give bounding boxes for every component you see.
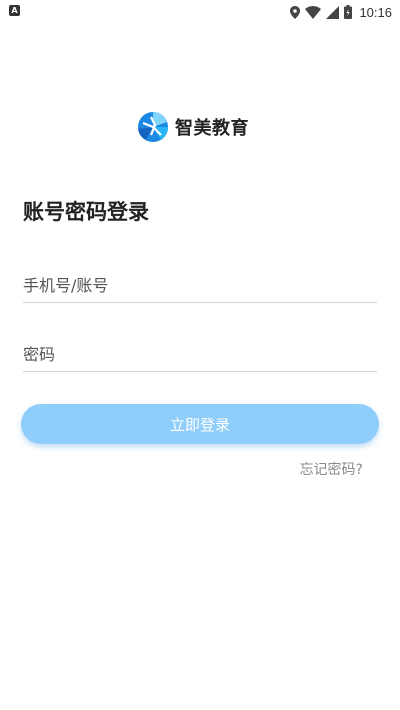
account-input[interactable] [23, 270, 377, 300]
login-screen: A 10:16 智美教育 账号密码登录 手机号/账号 立即登录 忘记密码? [0, 0, 400, 710]
signal-icon [326, 5, 340, 19]
status-bar: A 10:16 [0, 0, 400, 24]
brand-logo: 智美教育 [137, 110, 249, 144]
location-icon [290, 5, 301, 19]
password-input[interactable] [23, 339, 377, 369]
status-time: 10:16 [359, 4, 392, 20]
battery-icon [344, 5, 353, 19]
account-field [23, 270, 377, 303]
logo-mark-icon [138, 112, 169, 142]
app-notification-icon: A [9, 5, 20, 16]
password-field [23, 339, 377, 372]
login-button[interactable]: 立即登录 [21, 404, 379, 444]
status-icons: 10:16 [290, 3, 392, 21]
brand-name: 智美教育 [175, 118, 249, 139]
forgot-password-link[interactable]: 忘记密码? [300, 459, 363, 479]
page-title: 账号密码登录 [23, 200, 149, 224]
wifi-icon [305, 5, 322, 19]
